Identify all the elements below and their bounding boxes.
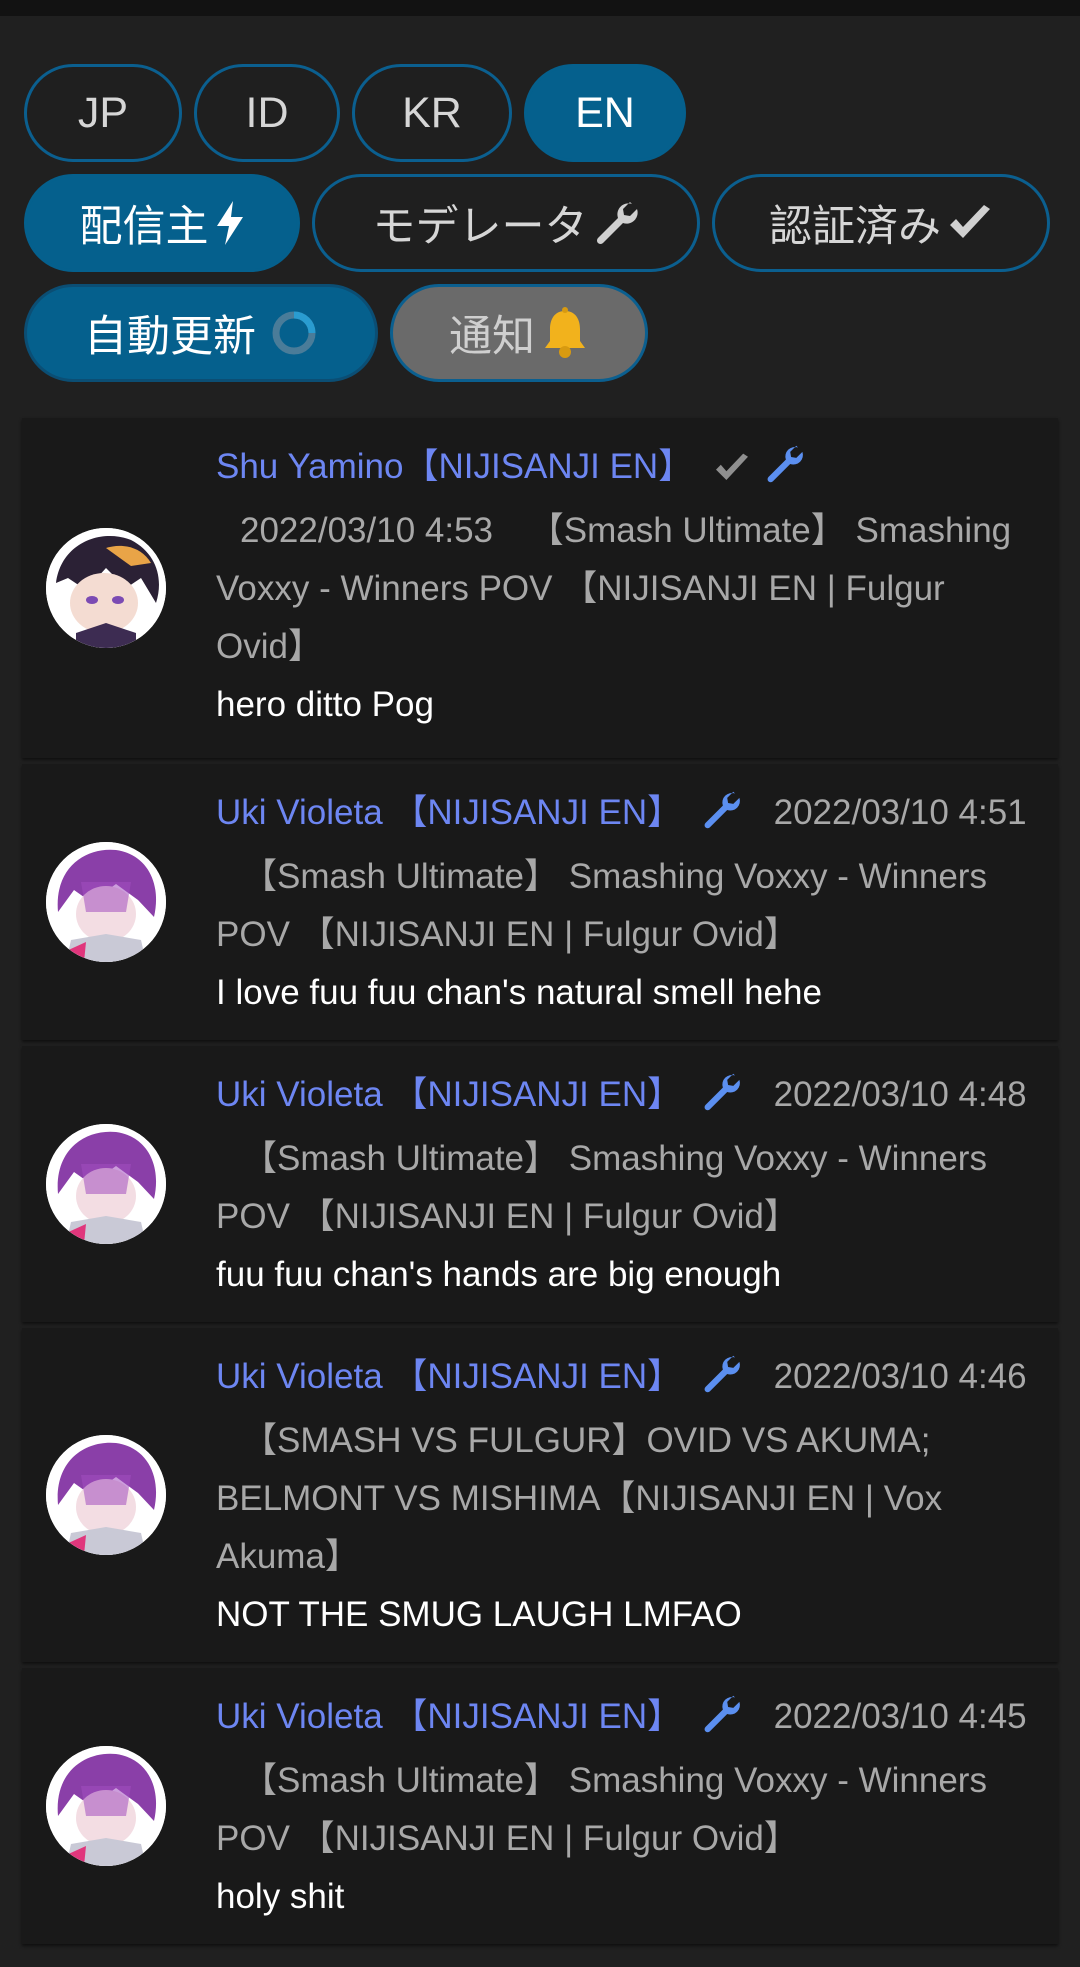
message-body: Uki Violeta 【NIJISANJI EN】 2022/03/10 4:… [216, 1066, 1034, 1302]
wrench-icon [702, 1072, 742, 1130]
auto-refresh-label: 自動更新 [84, 313, 256, 361]
moderator-filter-label: モデレータ [372, 203, 588, 251]
filter-bar: JP ID KR EN 配信主 モデレータ 認証済み 自動更新 通知 [0, 16, 1080, 382]
wrench-icon [594, 200, 640, 246]
message-text: fuu fuu chan's hands are big enough [216, 1255, 782, 1294]
stream-title[interactable]: 【Smash Ultimate】 Smashing Voxxy - Winner… [216, 857, 987, 954]
avatar [46, 842, 166, 962]
message-card[interactable]: Uki Violeta 【NIJISANJI EN】 2022/03/10 4:… [22, 1046, 1058, 1322]
verified-filter-label: 認証済み [769, 203, 941, 251]
message-text: holy shit [216, 1877, 345, 1916]
stream-title[interactable]: 【SMASH VS FULGUR】OVID VS AKUMA; BELMONT … [216, 1421, 942, 1576]
timestamp: 2022/03/10 4:53 [240, 511, 494, 550]
message-body: Uki Violeta 【NIJISANJI EN】 2022/03/10 4:… [216, 784, 1034, 1020]
message-body: Uki Violeta 【NIJISANJI EN】 2022/03/10 4:… [216, 1688, 1034, 1924]
streamer-filter-label: 配信主 [79, 203, 209, 251]
timestamp: 2022/03/10 4:48 [773, 1075, 1027, 1114]
bell-icon [541, 307, 589, 359]
message-body: Uki Violeta 【NIJISANJI EN】 2022/03/10 4:… [216, 1348, 1034, 1642]
wrench-icon [765, 444, 805, 502]
top-bar [0, 0, 1080, 16]
check-icon [713, 444, 751, 502]
author-name[interactable]: Uki Violeta 【NIJISANJI EN】 [216, 1697, 682, 1736]
message-text: I love fuu fuu chan's natural smell hehe [216, 973, 822, 1012]
wrench-icon [702, 1354, 742, 1412]
timestamp: 2022/03/10 4:45 [773, 1697, 1027, 1736]
lang-jp-button[interactable]: JP [24, 64, 182, 162]
message-feed: Shu Yamino【NIJISANJI EN】 2022/03/10 4:53… [22, 418, 1058, 1944]
notify-label: 通知 [449, 313, 535, 361]
option-row: 自動更新 通知 [24, 284, 1056, 382]
notify-toggle[interactable]: 通知 [390, 284, 648, 382]
stream-title[interactable]: 【Smash Ultimate】 Smashing Voxxy - Winner… [216, 1139, 987, 1236]
timestamp: 2022/03/10 4:46 [773, 1357, 1027, 1396]
avatar [46, 1435, 166, 1555]
timestamp: 2022/03/10 4:51 [773, 793, 1027, 832]
spinner-icon [270, 309, 318, 357]
language-filter-row: JP ID KR EN [24, 64, 1056, 162]
author-name[interactable]: Uki Violeta 【NIJISANJI EN】 [216, 793, 682, 832]
wrench-icon [702, 1694, 742, 1752]
moderator-filter-button[interactable]: モデレータ [312, 174, 700, 272]
message-text: hero ditto Pog [216, 685, 434, 724]
stream-title[interactable]: 【Smash Ultimate】 Smashing Voxxy - Winner… [216, 1761, 987, 1858]
check-icon [947, 203, 993, 243]
author-name[interactable]: Uki Violeta 【NIJISANJI EN】 [216, 1075, 682, 1114]
author-name[interactable]: Shu Yamino【NIJISANJI EN】 [216, 447, 693, 486]
verified-filter-button[interactable]: 認証済み [712, 174, 1050, 272]
avatar [46, 1746, 166, 1866]
auto-refresh-toggle[interactable]: 自動更新 [24, 284, 378, 382]
lang-kr-button[interactable]: KR [352, 64, 512, 162]
avatar [46, 1124, 166, 1244]
avatar [46, 528, 166, 648]
message-card[interactable]: Uki Violeta 【NIJISANJI EN】 2022/03/10 4:… [22, 764, 1058, 1040]
message-text: NOT THE SMUG LAUGH LMFAO [216, 1595, 742, 1634]
message-card[interactable]: Shu Yamino【NIJISANJI EN】 2022/03/10 4:53… [22, 418, 1058, 758]
lang-id-button[interactable]: ID [194, 64, 340, 162]
message-body: Shu Yamino【NIJISANJI EN】 2022/03/10 4:53… [216, 438, 1034, 738]
message-card[interactable]: Uki Violeta 【NIJISANJI EN】 2022/03/10 4:… [22, 1328, 1058, 1662]
author-name[interactable]: Uki Violeta 【NIJISANJI EN】 [216, 1357, 682, 1396]
message-card[interactable]: Uki Violeta 【NIJISANJI EN】 2022/03/10 4:… [22, 1668, 1058, 1944]
wrench-icon [702, 790, 742, 848]
streamer-filter-button[interactable]: 配信主 [24, 174, 300, 272]
role-filter-row: 配信主 モデレータ 認証済み [24, 174, 1056, 272]
lang-en-button[interactable]: EN [524, 64, 686, 162]
bolt-icon [215, 201, 245, 245]
